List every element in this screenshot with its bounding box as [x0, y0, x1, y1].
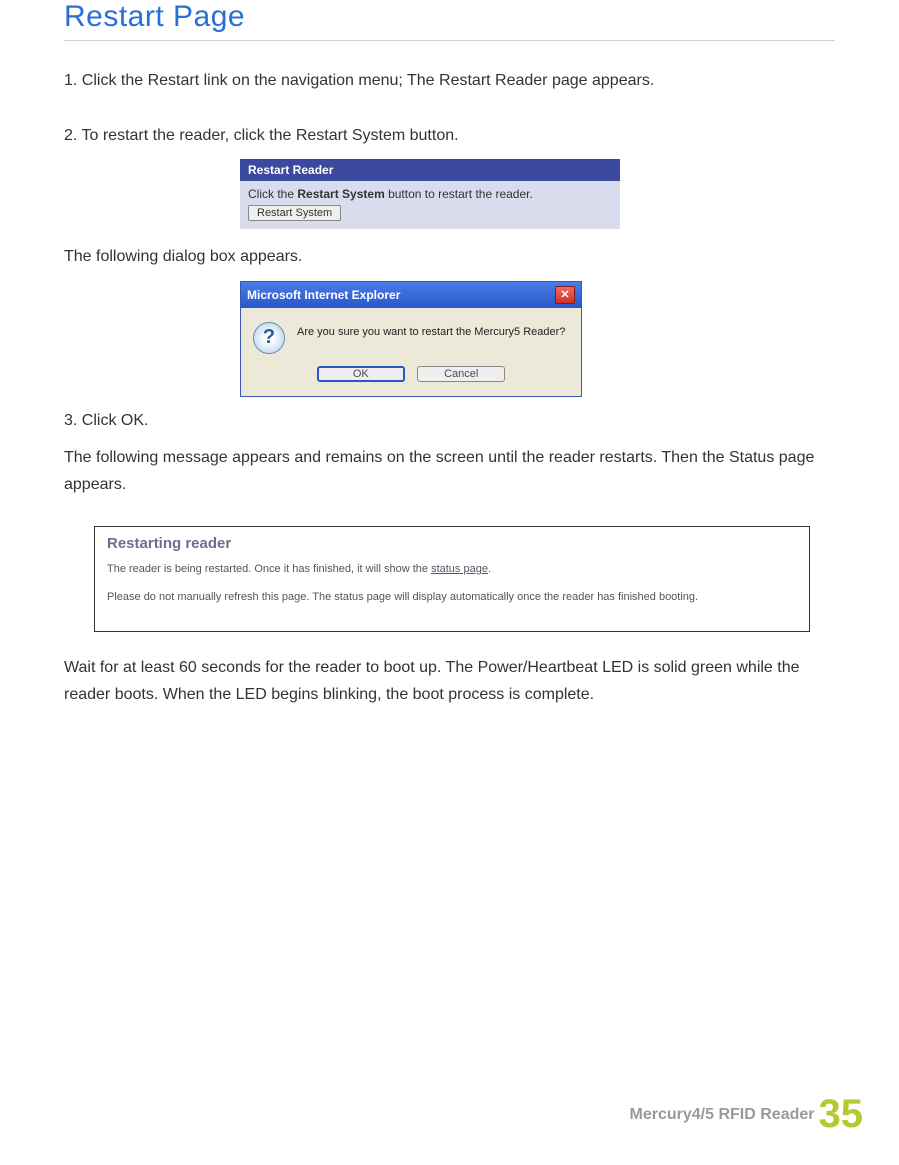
restarting-reader-box: Restarting reader The reader is being re… [94, 526, 810, 632]
step-2-text: 2. To restart the reader, click the Rest… [64, 122, 835, 149]
restart-reader-text-post: button to restart the reader. [385, 187, 533, 201]
cancel-button[interactable]: Cancel [417, 366, 505, 382]
step-1-text: 1. Click the Restart link on the navigat… [64, 67, 835, 94]
restarting-line2: Please do not manually refresh this page… [107, 590, 797, 605]
ie-dialog-title: Microsoft Internet Explorer [247, 288, 555, 302]
page-title: Restart Page [64, 0, 835, 34]
step-3b-text: The following message appears and remain… [64, 444, 835, 498]
close-icon[interactable]: ✕ [555, 286, 575, 304]
restarting-line1a: The reader is being restarted. Once it h… [107, 563, 431, 575]
restart-reader-panel: Restart Reader Click the Restart System … [240, 159, 620, 229]
restart-system-button[interactable]: Restart System [248, 205, 341, 221]
restarting-reader-heading: Restarting reader [107, 535, 797, 552]
page-footer: Mercury4/5 RFID Reader35 [630, 1092, 863, 1137]
step-3-text: 3. Click OK. [64, 407, 835, 434]
footer-product: Mercury4/5 RFID Reader [630, 1106, 815, 1123]
restart-reader-body: Click the Restart System button to resta… [240, 181, 620, 229]
ie-dialog-titlebar: Microsoft Internet Explorer ✕ [241, 282, 581, 308]
restart-reader-titlebar: Restart Reader [240, 159, 620, 181]
question-icon: ? [253, 322, 285, 354]
restart-reader-text-pre: Click the [248, 187, 297, 201]
footer-page-number: 35 [819, 1092, 864, 1136]
restart-reader-text-bold: Restart System [297, 187, 384, 201]
ok-button[interactable]: OK [317, 366, 405, 382]
dialog-intro-text: The following dialog box appears. [64, 243, 835, 270]
restarting-line1b: . [488, 563, 491, 575]
ie-confirm-dialog: Microsoft Internet Explorer ✕ ? Are you … [240, 281, 582, 397]
wait-text: Wait for at least 60 seconds for the rea… [64, 654, 835, 708]
status-page-link[interactable]: status page [431, 563, 488, 575]
title-divider [64, 40, 835, 41]
ie-dialog-message: Are you sure you want to restart the Mer… [297, 322, 565, 338]
